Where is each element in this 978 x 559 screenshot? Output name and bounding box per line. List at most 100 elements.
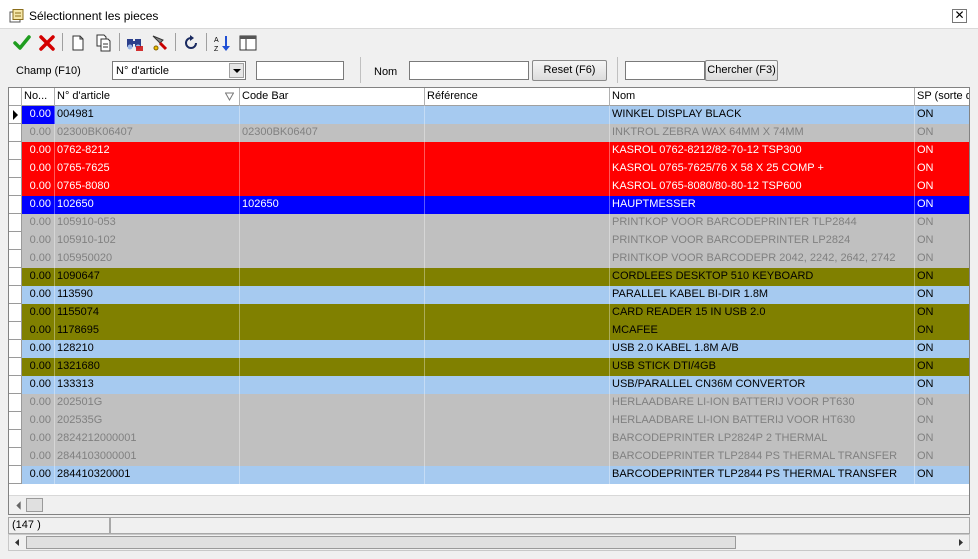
cell-sp[interactable]: ON bbox=[915, 286, 969, 304]
cell-no[interactable]: 0.00 bbox=[22, 304, 55, 322]
cell-reference[interactable] bbox=[425, 376, 610, 394]
cell-no[interactable]: 0.00 bbox=[22, 286, 55, 304]
cell-nom[interactable]: BARCODEPRINTER TLP2844 PS THERMAL TRANSF… bbox=[610, 466, 915, 484]
close-button[interactable]: ✕ bbox=[952, 9, 967, 23]
cell-no[interactable]: 0.00 bbox=[22, 358, 55, 376]
column-header-nom[interactable]: Nom bbox=[610, 88, 915, 106]
table-row[interactable]: 0.00 202501G HERLAADBARE LI-ION BATTERIJ V… bbox=[9, 394, 969, 412]
cell-reference[interactable] bbox=[425, 232, 610, 250]
cell-article[interactable]: 1321680 bbox=[55, 358, 240, 376]
new-button[interactable] bbox=[66, 31, 88, 53]
cell-nom[interactable]: HERLAADBARE LI-ION BATTERIJ VOOR PT630 bbox=[610, 394, 915, 412]
cell-nom[interactable]: CORDLEES DESKTOP 510 KEYBOARD bbox=[610, 268, 915, 286]
grid-horizontal-scrollbar[interactable] bbox=[9, 495, 969, 514]
column-header-article[interactable]: N° d'article bbox=[55, 88, 240, 106]
cell-reference[interactable] bbox=[425, 178, 610, 196]
filter-button[interactable] bbox=[148, 31, 170, 53]
window-horizontal-scrollbar[interactable] bbox=[8, 534, 970, 551]
cell-article[interactable]: 202535G bbox=[55, 412, 240, 430]
cell-nom[interactable]: MCAFEE bbox=[610, 322, 915, 340]
scroll-left-icon[interactable] bbox=[11, 498, 26, 513]
cell-reference[interactable] bbox=[425, 322, 610, 340]
cell-code-bar[interactable] bbox=[240, 412, 425, 430]
row-indicator[interactable] bbox=[9, 214, 22, 232]
cell-code-bar[interactable] bbox=[240, 178, 425, 196]
table-row[interactable]: 0.00 004981 WINKEL DISPLAY BLACK ON bbox=[9, 106, 969, 124]
cell-article[interactable]: 1155074 bbox=[55, 304, 240, 322]
search-input[interactable] bbox=[625, 61, 705, 80]
cell-sp[interactable]: ON bbox=[915, 196, 969, 214]
cell-sp[interactable]: ON bbox=[915, 466, 969, 484]
cell-code-bar[interactable] bbox=[240, 232, 425, 250]
reset-button[interactable]: Reset (F6) bbox=[532, 60, 607, 81]
column-header-code-bar[interactable]: Code Bar bbox=[240, 88, 425, 106]
cell-nom[interactable]: PARALLEL KABEL BI-DIR 1.8M bbox=[610, 286, 915, 304]
cell-article[interactable]: 02300BK06407 bbox=[55, 124, 240, 142]
cell-nom[interactable]: USB 2.0 KABEL 1.8M A/B bbox=[610, 340, 915, 358]
cell-sp[interactable]: ON bbox=[915, 394, 969, 412]
cell-sp[interactable]: ON bbox=[915, 322, 969, 340]
cell-article[interactable]: 133313 bbox=[55, 376, 240, 394]
cell-no[interactable]: 0.00 bbox=[22, 214, 55, 232]
cell-code-bar[interactable] bbox=[240, 358, 425, 376]
cell-reference[interactable] bbox=[425, 286, 610, 304]
table-row[interactable]: 0.00 2824212000001 BARCODEPRINTER LP2824P … bbox=[9, 430, 969, 448]
cell-no[interactable]: 0.00 bbox=[22, 466, 55, 484]
cell-sp[interactable]: ON bbox=[915, 376, 969, 394]
cell-no[interactable]: 0.00 bbox=[22, 196, 55, 214]
cell-article[interactable]: 105910-053 bbox=[55, 214, 240, 232]
row-indicator[interactable] bbox=[9, 340, 22, 358]
cell-no[interactable]: 0.00 bbox=[22, 322, 55, 340]
cell-reference[interactable] bbox=[425, 466, 610, 484]
cell-nom[interactable]: CARD READER 15 IN USB 2.0 bbox=[610, 304, 915, 322]
columns-button[interactable] bbox=[236, 31, 258, 53]
cell-sp[interactable]: ON bbox=[915, 268, 969, 286]
copy-button[interactable] bbox=[92, 31, 114, 53]
cell-code-bar[interactable] bbox=[240, 160, 425, 178]
cell-no[interactable]: 0.00 bbox=[22, 106, 55, 124]
cell-article[interactable]: 2824212000001 bbox=[55, 430, 240, 448]
cell-reference[interactable] bbox=[425, 412, 610, 430]
cell-no[interactable]: 0.00 bbox=[22, 178, 55, 196]
cell-nom[interactable]: PRINTKOP VOOR BARCODEPR 2042, 2242, 2642… bbox=[610, 250, 915, 268]
cell-nom[interactable]: USB/PARALLEL CN36M CONVERTOR bbox=[610, 376, 915, 394]
cell-code-bar[interactable] bbox=[240, 268, 425, 286]
cell-no[interactable]: 0.00 bbox=[22, 268, 55, 286]
cell-code-bar[interactable] bbox=[240, 142, 425, 160]
cell-no[interactable]: 0.00 bbox=[22, 160, 55, 178]
cell-reference[interactable] bbox=[425, 430, 610, 448]
cell-reference[interactable] bbox=[425, 124, 610, 142]
cell-sp[interactable]: ON bbox=[915, 304, 969, 322]
row-indicator[interactable] bbox=[9, 358, 22, 376]
cell-article[interactable]: 004981 bbox=[55, 106, 240, 124]
cell-nom[interactable]: PRINTKOP VOOR BARCODEPRINTER LP2824 bbox=[610, 232, 915, 250]
cell-sp[interactable]: ON bbox=[915, 214, 969, 232]
cell-article[interactable]: 105910-102 bbox=[55, 232, 240, 250]
cell-article[interactable]: 0762-8212 bbox=[55, 142, 240, 160]
table-row[interactable]: 0.00 0762-8212 KASROL 0762-8212/82-70-12 T… bbox=[9, 142, 969, 160]
table-row[interactable]: 0.00 02300BK06407 02300BK06407 INKTROL ZEBR… bbox=[9, 124, 969, 142]
cell-nom[interactable]: PRINTKOP VOOR BARCODEPRINTER TLP2844 bbox=[610, 214, 915, 232]
cell-reference[interactable] bbox=[425, 358, 610, 376]
cell-code-bar[interactable] bbox=[240, 304, 425, 322]
table-row[interactable]: 0.00 1178695 MCAFEE ON bbox=[9, 322, 969, 340]
row-indicator[interactable] bbox=[9, 178, 22, 196]
cell-reference[interactable] bbox=[425, 214, 610, 232]
cell-sp[interactable]: ON bbox=[915, 358, 969, 376]
column-header-no[interactable]: No... bbox=[22, 88, 55, 106]
table-row[interactable]: 0.00 284410320001 BARCODEPRINTER TLP2844 P… bbox=[9, 466, 969, 484]
cell-code-bar[interactable] bbox=[240, 394, 425, 412]
table-row[interactable]: 0.00 128210 USB 2.0 KABEL 1.8M A/B ON bbox=[9, 340, 969, 358]
cell-nom[interactable]: HERLAADBARE LI-ION BATTERIJ VOOR HT630 bbox=[610, 412, 915, 430]
cell-article[interactable]: 284410320001 bbox=[55, 466, 240, 484]
row-indicator[interactable] bbox=[9, 268, 22, 286]
cell-no[interactable]: 0.00 bbox=[22, 430, 55, 448]
cell-code-bar[interactable]: 02300BK06407 bbox=[240, 124, 425, 142]
column-header-reference[interactable]: Référence bbox=[425, 88, 610, 106]
table-row[interactable]: 0.00 102650 102650 HAUPTMESSER ON bbox=[9, 196, 969, 214]
cell-article[interactable]: 0765-8080 bbox=[55, 178, 240, 196]
cell-no[interactable]: 0.00 bbox=[22, 232, 55, 250]
cell-code-bar[interactable] bbox=[240, 376, 425, 394]
current-row-indicator-icon[interactable] bbox=[9, 106, 22, 124]
cell-article[interactable]: 0765-7625 bbox=[55, 160, 240, 178]
